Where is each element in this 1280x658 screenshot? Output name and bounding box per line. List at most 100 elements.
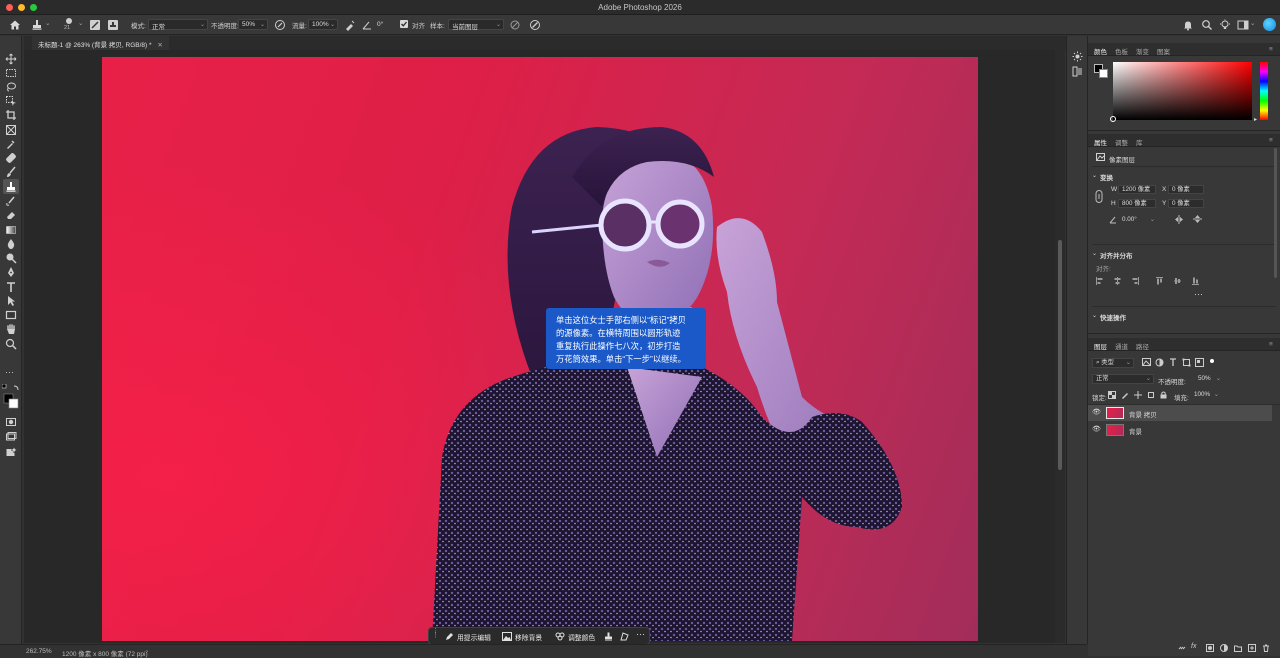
lock-image-pixels-icon[interactable] xyxy=(1121,391,1129,399)
vertical-scroll-thumb[interactable] xyxy=(1058,240,1062,470)
clone-source-icon[interactable] xyxy=(107,19,119,31)
airbrush-icon[interactable] xyxy=(344,19,356,31)
panel-menu-icon[interactable]: ≡ xyxy=(1269,137,1273,144)
remove-background-button[interactable]: 移除背景 xyxy=(515,632,542,642)
properties-scrollbar-thumb[interactable] xyxy=(1274,148,1277,278)
lasso-tool-icon[interactable] xyxy=(5,81,17,93)
history-brush-tool-icon[interactable] xyxy=(5,195,17,207)
tab-channels[interactable]: 通道 xyxy=(1115,341,1128,351)
tab-swatches[interactable]: 色板 xyxy=(1115,46,1128,56)
filter-toggle-icon[interactable] xyxy=(1210,359,1214,363)
layer-blend-mode-dropdown[interactable]: 正常 ⌄ xyxy=(1092,374,1154,384)
more-align-options-icon[interactable]: ··· xyxy=(1194,290,1203,299)
vertical-scrollbar[interactable] xyxy=(1055,50,1065,643)
quick-mask-icon[interactable] xyxy=(5,416,17,428)
tab-adjustments[interactable]: 调整 xyxy=(1115,137,1128,147)
chevron-down-icon[interactable]: ⌄ xyxy=(1092,312,1097,319)
object-selection-tool-icon[interactable] xyxy=(5,95,17,107)
flip-horizontal-icon[interactable] xyxy=(1174,215,1184,224)
blur-tool-icon[interactable] xyxy=(5,238,17,250)
x-field[interactable]: 0 像素 xyxy=(1168,185,1204,194)
layer-opacity-field[interactable]: 50% ⌄ xyxy=(1194,374,1221,384)
tab-libraries[interactable]: 库 xyxy=(1136,137,1143,147)
link-icon[interactable] xyxy=(1095,190,1103,203)
filter-adjustment-icon[interactable] xyxy=(1155,358,1164,367)
crop-tool-icon[interactable] xyxy=(5,109,17,121)
discover-lightbulb-icon[interactable] xyxy=(1219,19,1231,31)
tab-gradients[interactable]: 渐变 xyxy=(1136,46,1149,56)
stamp-icon[interactable] xyxy=(604,632,613,641)
align-right-icon[interactable] xyxy=(1132,277,1139,285)
tab-properties[interactable]: 属性 xyxy=(1094,137,1107,147)
align-bottom-icon[interactable] xyxy=(1192,277,1199,285)
flip-vertical-icon[interactable] xyxy=(1193,214,1202,224)
canvas-area[interactable] xyxy=(24,50,1055,643)
pressure-size-icon[interactable] xyxy=(529,19,541,31)
visibility-eye-icon[interactable]: 👁 xyxy=(1092,425,1101,433)
marquee-tool-icon[interactable] xyxy=(5,67,17,79)
document-canvas[interactable] xyxy=(102,57,978,641)
gradient-tool-icon[interactable] xyxy=(5,224,17,236)
new-group-icon[interactable] xyxy=(1234,644,1242,652)
angle-field[interactable]: 0° xyxy=(373,19,395,30)
link-layers-icon[interactable] xyxy=(1178,644,1186,652)
chevron-down-icon[interactable]: ⌄ xyxy=(1092,172,1097,179)
layer-name[interactable]: 背景 拷贝 xyxy=(1129,409,1157,419)
search-icon[interactable] xyxy=(1201,19,1213,31)
panel-menu-icon[interactable]: ≡ xyxy=(1269,46,1273,53)
close-tab-icon[interactable]: ✕ xyxy=(157,42,162,49)
home-icon[interactable] xyxy=(9,19,21,31)
lock-transparent-pixels-icon[interactable] xyxy=(1108,391,1116,399)
zoom-tool-icon[interactable] xyxy=(5,338,17,350)
filter-shape-icon[interactable] xyxy=(1182,358,1191,367)
eyedropper-tool-icon[interactable] xyxy=(5,138,17,150)
new-layer-icon[interactable] xyxy=(1248,644,1256,652)
clone-stamp-tool-icon[interactable] xyxy=(5,181,17,193)
sample-dropdown[interactable]: 当前图层 ⌄ xyxy=(448,19,504,31)
drag-handle-icon[interactable]: ⋮ ⋮ xyxy=(432,628,439,639)
brush-tool-icon[interactable] xyxy=(5,166,17,178)
move-tool-icon[interactable] xyxy=(5,53,17,65)
tab-layers[interactable]: 图层 xyxy=(1094,341,1107,351)
pen-tool-icon[interactable] xyxy=(5,266,17,278)
add-mask-icon[interactable] xyxy=(1206,644,1214,652)
layer-row[interactable]: 👁 背景 xyxy=(1088,422,1272,438)
color-saturation-field[interactable] xyxy=(1113,62,1252,120)
layer-style-icon[interactable]: fx xyxy=(1191,643,1196,650)
rotation-field[interactable]: 0.00° ⌄ xyxy=(1118,215,1158,224)
color-swatches[interactable] xyxy=(2,384,20,414)
opacity-field[interactable]: 50% ⌄ xyxy=(238,19,268,30)
delete-layer-icon[interactable] xyxy=(1262,644,1270,652)
more-options-icon[interactable]: ··· xyxy=(636,629,645,639)
filter-smart-object-icon[interactable] xyxy=(1195,358,1204,367)
brush-settings-icon[interactable] xyxy=(89,19,101,31)
visibility-eye-icon[interactable]: 👁 xyxy=(1092,408,1101,416)
flow-field[interactable]: 100% ⌄ xyxy=(308,19,338,30)
filter-pixel-icon[interactable] xyxy=(1142,358,1151,366)
creative-cloud-avatar[interactable] xyxy=(1263,18,1276,31)
layer-name[interactable]: 背景 xyxy=(1129,426,1142,436)
ignore-adjustment-layers-icon[interactable] xyxy=(509,19,521,31)
chevron-down-icon[interactable]: ⌄ xyxy=(1092,250,1097,257)
brush-preset-picker[interactable]: 21 xyxy=(62,17,76,33)
chevron-down-icon[interactable]: ⌄ xyxy=(78,19,83,27)
align-top-icon[interactable] xyxy=(1156,277,1163,285)
layer-filter-dropdown[interactable]: ⌕ 类型 ⌄ xyxy=(1092,358,1134,368)
hue-slider-handle-icon[interactable]: ▸ xyxy=(1254,116,1257,123)
generative-fill-icon[interactable] xyxy=(5,446,17,458)
new-adjustment-layer-icon[interactable] xyxy=(1220,644,1228,652)
rectangle-tool-icon[interactable] xyxy=(5,309,17,321)
history-icon[interactable] xyxy=(1072,51,1083,62)
lock-all-icon[interactable] xyxy=(1160,391,1167,399)
document-tab[interactable]: 未标题-1 @ 263% (背景 拷贝, RGB/8) * ✕ xyxy=(32,36,169,50)
path-selection-tool-icon[interactable] xyxy=(5,295,17,307)
actions-icon[interactable] xyxy=(1072,66,1083,77)
tab-color[interactable]: 颜色 xyxy=(1094,46,1107,56)
align-checkbox[interactable] xyxy=(400,20,408,28)
chevron-down-icon[interactable]: ⌄ xyxy=(1250,19,1255,27)
zoom-level[interactable]: 262.75% xyxy=(26,648,52,655)
healing-brush-tool-icon[interactable] xyxy=(5,152,17,164)
fill-field[interactable]: 100% ⌄ xyxy=(1190,390,1219,400)
width-field[interactable]: 1200 像素 xyxy=(1118,185,1156,194)
eraser-tool-icon[interactable] xyxy=(5,209,17,221)
